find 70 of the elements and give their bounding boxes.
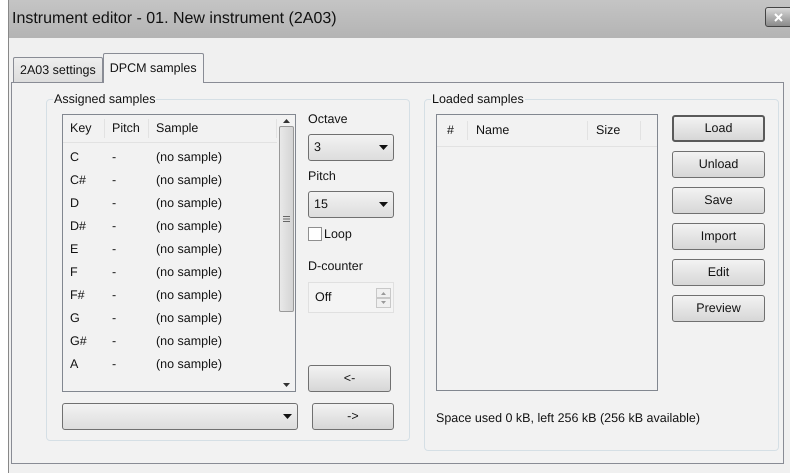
pitch-cell-text: -	[111, 264, 118, 282]
space-status: Space used 0 kB, left 256 kB (256 kB available)	[436, 410, 702, 427]
sample-cell-text: (no sample)	[155, 172, 222, 190]
d-counter-label: D-counter	[308, 258, 364, 276]
pitch-cell-text: -	[111, 356, 118, 374]
pitch-cell-text: -	[111, 310, 118, 328]
dropdown-caret-icon	[379, 144, 388, 150]
pitch-cell-text: -	[111, 149, 118, 166]
sample-action-button[interactable]: Import	[672, 223, 765, 250]
tab[interactable]: 2A03 settings	[13, 57, 103, 82]
sample-cell-text: (no sample)	[155, 218, 222, 236]
scroll-up-icon	[282, 119, 290, 123]
key-cell-text: E	[69, 241, 80, 258]
close-icon	[774, 12, 783, 22]
column-header[interactable]: #	[437, 121, 468, 140]
sample-cell-text: (no sample)	[155, 356, 222, 374]
window-title: Instrument editor - 01. New instrument (2A03)	[12, 9, 337, 29]
sample-dropdown[interactable]	[62, 403, 298, 430]
sample-cell-text: (no sample)	[155, 149, 222, 166]
column-header[interactable]: Key	[63, 119, 105, 138]
key-cell-text: C	[69, 149, 80, 166]
sample-action-button[interactable]: Preview	[672, 295, 765, 322]
sample-action-button[interactable]: Edit	[672, 259, 765, 286]
grip-icon	[282, 216, 290, 222]
octave-dropdown[interactable]: 3	[308, 134, 394, 161]
key-cell-text: D	[69, 195, 80, 212]
column-header[interactable]: Pitch	[105, 119, 149, 138]
column-header[interactable]: Sample	[149, 119, 277, 138]
column-header[interactable]: Size	[588, 121, 641, 140]
spin-down-icon[interactable]	[376, 298, 391, 308]
tab[interactable]: DPCM samples	[102, 53, 204, 83]
pitch-cell-text: -	[111, 195, 118, 212]
loop-label: Loop	[324, 226, 352, 243]
scroll-thumb[interactable]	[278, 126, 294, 312]
loop-checkbox[interactable]	[308, 226, 322, 241]
sample-cell-text: (no sample)	[155, 310, 222, 328]
key-cell-text: A	[69, 356, 80, 374]
key-cell-text: F#	[69, 287, 86, 304]
octave-label: Octave	[308, 111, 349, 128]
sample-action-button[interactable]: Unload	[672, 151, 765, 178]
pitch-dropdown[interactable]: 15	[308, 190, 394, 218]
dropdown-caret-icon	[282, 414, 292, 419]
key-cell-text: G	[69, 310, 81, 328]
sample-cell-text: (no sample)	[155, 241, 222, 258]
key-cell-text: D#	[69, 218, 87, 236]
key-cell-text: C#	[69, 172, 87, 190]
assign-button[interactable]: <-	[308, 365, 391, 392]
group-title: Loaded samples	[431, 91, 525, 107]
close-button[interactable]	[765, 7, 790, 27]
sample-cell-text: (no sample)	[155, 195, 222, 212]
key-cell-text: G#	[69, 333, 88, 350]
pitch-cell-text: -	[111, 218, 118, 236]
pitch-cell-text: -	[111, 172, 118, 190]
scroll-down-icon	[282, 383, 290, 387]
sample-action-button[interactable]: Load	[672, 115, 765, 142]
key-cell-text: F	[69, 264, 79, 282]
group-title: Assigned samples	[53, 91, 156, 107]
sample-cell-text: (no sample)	[155, 264, 222, 282]
sample-cell-text: (no sample)	[155, 333, 222, 350]
remove-button[interactable]: ->	[312, 403, 394, 430]
pitch-cell-text: -	[111, 241, 118, 258]
dropdown-caret-icon	[379, 202, 388, 206]
pitch-cell-text: -	[111, 287, 118, 304]
column-header[interactable]: Name	[468, 121, 588, 140]
spin-up-icon[interactable]	[376, 288, 391, 298]
sample-action-button[interactable]: Save	[672, 187, 765, 214]
pitch-label: Pitch	[308, 168, 337, 185]
d-counter-spinbox[interactable]: Off	[308, 282, 394, 313]
pitch-cell-text: -	[111, 333, 118, 350]
sample-cell-text: (no sample)	[155, 287, 222, 304]
